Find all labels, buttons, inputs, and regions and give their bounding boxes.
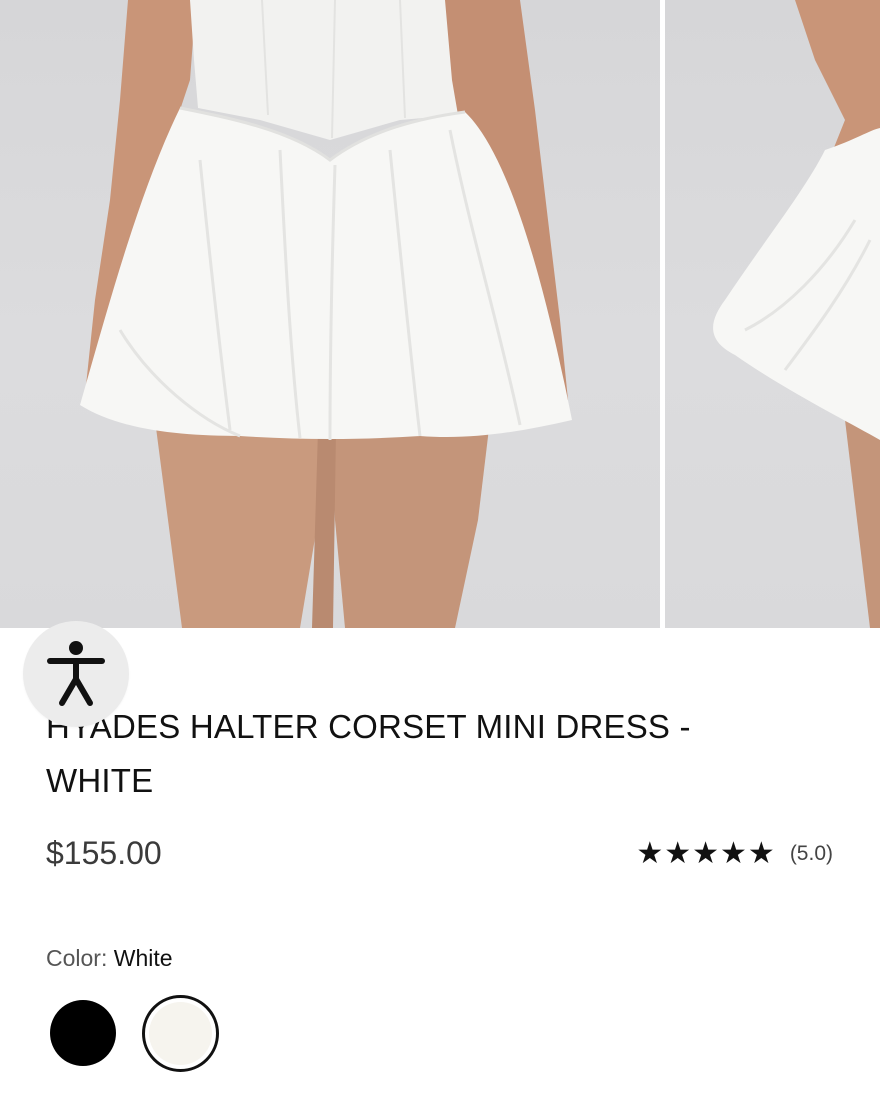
product-image-front[interactable] [0, 0, 660, 628]
rating-value: (5.0) [789, 842, 833, 865]
product-image-side[interactable] [665, 0, 880, 628]
color-label: Color: [46, 945, 108, 971]
dress-side-photo [713, 0, 880, 628]
selected-color: White [113, 945, 173, 971]
accessibility-button[interactable] [23, 621, 129, 727]
product-rating[interactable]: ★★★★★ (5.0) [636, 838, 833, 870]
product-image-gallery[interactable] [0, 0, 880, 628]
star-icon: ★★★★★ [636, 837, 776, 870]
product-title: HYADES HALTER CORSET MINI DRESS - WHITE [46, 708, 691, 799]
color-swatch-white-fill [149, 1002, 212, 1065]
accessibility-icon [47, 641, 105, 706]
color-swatch-black[interactable] [50, 1000, 116, 1066]
color-swatch-white[interactable] [142, 995, 219, 1072]
color-selection-label: Color: White [46, 943, 173, 973]
dress-front-photo [80, 0, 572, 628]
product-price: $155.00 [46, 835, 162, 871]
